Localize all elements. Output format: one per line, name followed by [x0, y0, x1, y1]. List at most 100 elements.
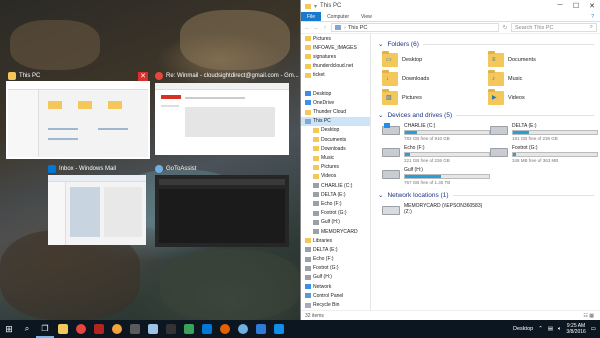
folder-item[interactable]: ▨ Pictures: [382, 89, 488, 105]
nav-item[interactable]: thunderdcloud.net: [301, 62, 370, 71]
nav-item-label: CHARLIE (C:): [321, 182, 353, 189]
nav-item-label: INFOAVE_IMAGES: [313, 44, 357, 51]
close-icon[interactable]: ✕: [138, 72, 148, 81]
taskbar-app-paint[interactable]: [108, 320, 126, 338]
taskbar-app-notepad[interactable]: [144, 320, 162, 338]
quick-access-toolbar-icon[interactable]: ▾: [314, 3, 317, 10]
nav-item[interactable]: Videos: [301, 172, 370, 181]
folder-item[interactable]: ♪ Music: [488, 70, 594, 86]
close-button[interactable]: ✕: [584, 2, 600, 10]
nav-item[interactable]: DELTA (E:): [301, 190, 370, 199]
task-view-button[interactable]: ❐: [36, 320, 54, 338]
folder-item[interactable]: ↓ Downloads: [382, 70, 488, 86]
nav-item[interactable]: Recycle Bin: [301, 300, 370, 309]
drive-item[interactable]: CHARLIE (C:) 783 GB free of 910 GB: [382, 123, 490, 141]
nav-item[interactable]: Gulf (H:): [301, 218, 370, 227]
task-view-thumbnail-windows-mail[interactable]: [48, 175, 146, 245]
taskbar-app-chrome[interactable]: [72, 320, 90, 338]
network-icon: [305, 284, 311, 290]
nav-item[interactable]: Pictures: [301, 163, 370, 172]
taskbar-app-calculator[interactable]: [126, 320, 144, 338]
nav-item[interactable]: Network: [301, 282, 370, 291]
taskbar-app-gotoassist[interactable]: [234, 320, 252, 338]
task-view-thumbnail-gotoassist[interactable]: [155, 175, 289, 247]
chevron-down-icon: ⌄: [378, 112, 384, 119]
nav-item-label: Gulf (H:): [321, 219, 340, 226]
drive-item[interactable]: Foxtrot (G:) 348 MB free of 363 MB: [490, 145, 598, 163]
minimize-button[interactable]: ─: [552, 2, 568, 10]
folder-item[interactable]: ▶ Videos: [488, 89, 594, 105]
taskbar-app-firefox[interactable]: [216, 320, 234, 338]
nav-item[interactable]: Documents: [301, 135, 370, 144]
nav-item-label: DELTA (E:): [321, 191, 346, 198]
taskbar-app-teamviewer[interactable]: [270, 320, 288, 338]
nav-item[interactable]: Foxtrot (G:): [301, 209, 370, 218]
nav-item[interactable]: Downloads: [301, 144, 370, 153]
task-view-thumbnail-gmail[interactable]: [155, 83, 289, 155]
nav-item[interactable]: Echo (F:): [301, 255, 370, 264]
nav-item[interactable]: Foxtrot (G:): [301, 264, 370, 273]
clock[interactable]: 9:25 AM 3/8/2016: [566, 323, 585, 336]
action-center-icon[interactable]: ▭: [591, 326, 596, 332]
section-header-folders[interactable]: ⌄ Folders (6): [378, 40, 594, 48]
nav-item[interactable]: DELTA (E:): [301, 245, 370, 254]
nav-item[interactable]: MEMORYCARD: [301, 227, 370, 236]
search-input[interactable]: Search This PC ⌕: [511, 23, 597, 32]
nav-item[interactable]: Music: [301, 153, 370, 162]
up-icon[interactable]: ↑: [322, 25, 328, 31]
paint-icon: [112, 324, 122, 334]
taskbar-app-terminal[interactable]: [162, 320, 180, 338]
tab-computer[interactable]: Computer: [321, 12, 355, 21]
tab-file[interactable]: File: [301, 12, 322, 21]
search-button[interactable]: ⌕: [18, 320, 36, 338]
back-icon[interactable]: ←: [304, 25, 310, 31]
nav-item-label: OneDrive: [313, 99, 335, 106]
nav-item[interactable]: Echo (F:): [301, 199, 370, 208]
nav-item[interactable]: Desktop: [301, 89, 370, 98]
taskbar-app-filezilla[interactable]: [90, 320, 108, 338]
nav-item[interactable]: OneDrive: [301, 98, 370, 107]
task-view-thumbnail-this-pc[interactable]: [6, 81, 150, 159]
section-header-drives[interactable]: ⌄ Devices and drives (5): [378, 111, 594, 119]
nav-item[interactable]: Thunder Cloud: [301, 108, 370, 117]
forward-icon[interactable]: →: [313, 25, 319, 31]
taskbar-app-store[interactable]: [252, 320, 270, 338]
taskbar-app-photos[interactable]: [180, 320, 198, 338]
nav-item[interactable]: Libraries: [301, 236, 370, 245]
nav-item[interactable]: Pictures: [301, 34, 370, 43]
start-button[interactable]: ⊞: [0, 320, 18, 338]
drive-icon: [305, 256, 311, 262]
chevron-up-icon[interactable]: ⌃: [538, 326, 543, 332]
nav-item[interactable]: Desktop: [301, 126, 370, 135]
folder-icon: ↓: [382, 70, 398, 86]
help-icon[interactable]: ?: [585, 12, 600, 21]
section-header-network[interactable]: ⌄ Network locations (1): [378, 191, 594, 199]
drive-icon: [305, 247, 311, 253]
drive-item[interactable]: DELTA (E:) 191 GB free of 236 GB: [490, 123, 598, 141]
nav-item-label: Downloads: [321, 145, 346, 152]
taskbar-app-explorer[interactable]: [54, 320, 72, 338]
nav-item[interactable]: signatures: [301, 52, 370, 61]
address-bar[interactable]: › This PC: [331, 23, 499, 32]
folder-item[interactable]: ≡ Documents: [488, 51, 594, 67]
nav-item[interactable]: Gulf (H:): [301, 273, 370, 282]
drive-free-space: 767 GB free of 1.35 TB: [404, 180, 451, 185]
nav-item[interactable]: CHARLIE (C:): [301, 181, 370, 190]
nav-item[interactable]: This PC: [301, 116, 370, 126]
tab-view[interactable]: View: [355, 12, 378, 21]
folder-item[interactable]: ▭ Desktop: [382, 51, 488, 67]
network-icon[interactable]: ▤: [548, 326, 553, 332]
refresh-icon[interactable]: ↻: [502, 25, 508, 31]
network-location-item[interactable]: MEMORYCARD (\\EPSON360583) (Z:): [382, 203, 488, 215]
drive-item[interactable]: Echo (F:) 221 GB free of 236 GB: [382, 145, 490, 163]
nav-item[interactable]: INFOAVE_IMAGES: [301, 43, 370, 52]
maximize-button[interactable]: ☐: [568, 2, 584, 10]
taskbar-app-mail[interactable]: [198, 320, 216, 338]
view-toggle-icon[interactable]: ☷ ▦: [583, 313, 594, 319]
nav-item[interactable]: Control Panel: [301, 291, 370, 300]
desktop-toolbar-label[interactable]: Desktop: [513, 326, 533, 332]
drive-item[interactable]: Gulf (H:) 767 GB free of 1.35 TB: [382, 167, 490, 185]
cloud-icon: [305, 100, 311, 106]
nav-item[interactable]: ticket: [301, 71, 370, 80]
volume-icon[interactable]: 🔈︎: [558, 326, 561, 333]
